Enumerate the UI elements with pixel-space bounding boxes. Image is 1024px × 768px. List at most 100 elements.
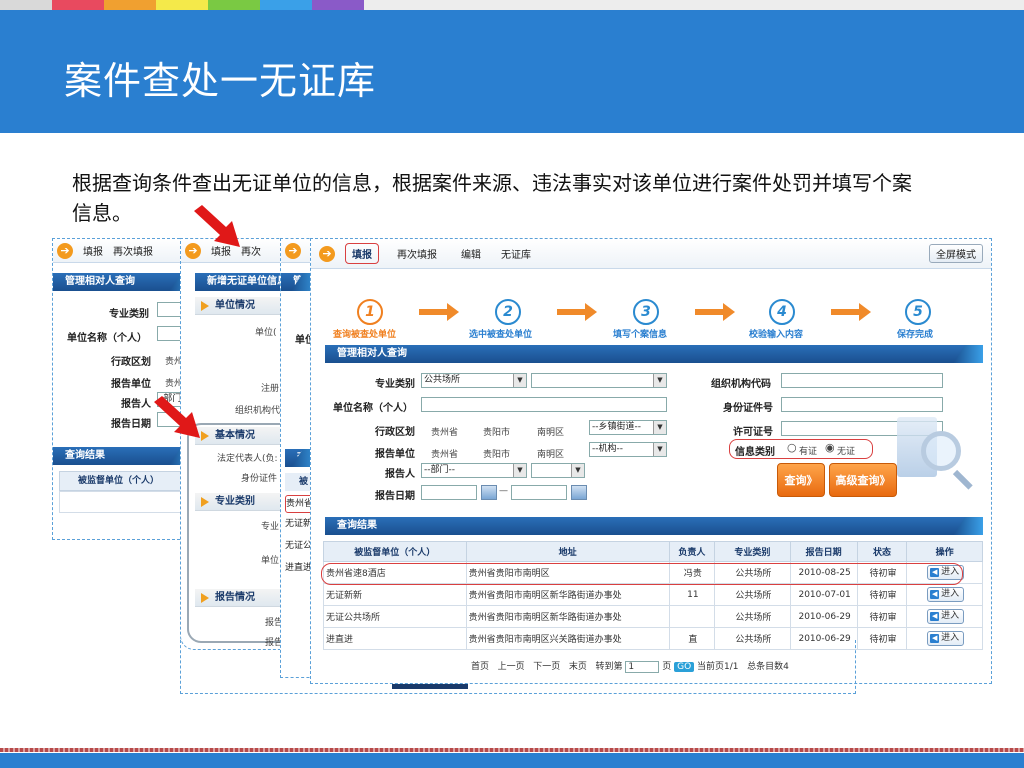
result-header: 被监督单位（个人） [59, 471, 199, 491]
strip-segment [364, 0, 1024, 10]
table-cell: 2010-07-01 [789, 583, 858, 606]
id-card-label: 身份证件 [241, 474, 278, 484]
table-cell: 直 [668, 627, 716, 650]
step-3-circle: 3 [633, 299, 659, 325]
tab-nocert[interactable]: 无证库 [501, 246, 531, 261]
col-header: 报告日期 [789, 541, 858, 562]
pager-first[interactable]: 首页 [471, 662, 489, 672]
main-query-window: ➔ 填报 再次填报 编辑 无证库 全屏模式 1 查询被查处单位 2 选中被查处单… [310, 238, 992, 684]
step-5-label: 保存完成 [897, 330, 934, 340]
reporter-label: 报告人 [385, 469, 415, 480]
table-cell: 待初审 [856, 583, 908, 606]
step-arrow-icon [419, 303, 459, 321]
table-header-row: 被监督单位（个人） 地址 负责人 专业类别 报告日期 状态 操作 [323, 541, 983, 562]
radio-cert[interactable]: ○ [787, 441, 797, 454]
total-count: 总条目数4 [747, 662, 789, 672]
unit-name-input[interactable] [421, 397, 667, 412]
strip-segment [52, 0, 104, 10]
pointer-arrow-icon [194, 205, 240, 247]
go-button[interactable]: GO [674, 662, 695, 672]
back-arrow-icon[interactable]: ➔ [319, 245, 335, 262]
report-unit-label: 报告单位 [375, 449, 415, 460]
col-header: 负责人 [668, 541, 716, 562]
table-cell: 无证新新 [323, 583, 467, 606]
pager-last[interactable]: 末页 [569, 662, 587, 672]
tab-fill[interactable]: 填报 [83, 243, 103, 258]
region-city: 贵阳市 [483, 428, 511, 438]
advanced-query-button[interactable]: 高级查询》 [829, 463, 897, 497]
unit-label: 单位( [255, 328, 277, 338]
enter-button[interactable]: ◀ 进入 [927, 631, 965, 646]
enter-icon: ◀ [930, 590, 940, 599]
strip-segment [156, 0, 208, 10]
tab-fill[interactable]: 填报 [345, 243, 379, 264]
unit-name-label: 单位名称（个人） [333, 403, 413, 414]
step-2-circle: 2 [495, 299, 521, 325]
toolbar: ➔ 填报 再次填报 [53, 239, 199, 263]
report-unit-province: 贵州省 [431, 450, 459, 460]
table-row[interactable]: 无证公共场所 贵州省贵阳市南明区新华路街道办事处 公共场所 2010-06-29 待初审… [323, 605, 983, 628]
table-cell: 公共场所 [714, 627, 791, 650]
page-input[interactable]: 1 [625, 661, 660, 673]
back-arrow-icon[interactable]: ➔ [285, 242, 301, 259]
field-label: 单位名称（个人） [67, 333, 147, 344]
step-arrow-icon [557, 303, 597, 321]
pointer-arrow-icon [154, 396, 200, 438]
institution-select[interactable]: --机构-- [589, 442, 667, 457]
strip-segment [104, 0, 156, 10]
section-title: 管理相对人查询 [53, 273, 199, 291]
table-cell: 待初审 [856, 605, 908, 628]
calendar-icon[interactable] [571, 485, 587, 500]
query-button[interactable]: 查询》 [777, 463, 825, 497]
field-label: 报告单位 [111, 379, 151, 390]
date-to-input[interactable] [511, 485, 567, 500]
enter-label: 进入 [941, 611, 960, 621]
department-select[interactable]: --部门-- [421, 463, 527, 478]
table-cell: 进直进 [323, 627, 467, 650]
region-province: 贵州省 [431, 428, 459, 438]
field-label: 行政区划 [111, 357, 151, 368]
street-select[interactable]: --乡镇街道-- [589, 420, 667, 435]
report-unit-district: 南明区 [537, 450, 565, 460]
enter-button[interactable]: ◀ 进入 [927, 609, 965, 624]
person-select[interactable] [531, 463, 585, 478]
org-code-input[interactable] [781, 373, 943, 388]
pager-next[interactable]: 下一页 [533, 662, 560, 672]
date-from-input[interactable] [421, 485, 477, 500]
step-arrow-icon [695, 303, 735, 321]
radio-nocert-label: 无证 [837, 447, 856, 457]
specialty-label: 专业类别 [375, 379, 415, 390]
pager-prev[interactable]: 上一页 [498, 662, 525, 672]
step-1-label: 查询被查处单位 [333, 330, 397, 340]
table-cell: 2010-06-29 [789, 605, 858, 628]
step-wizard: 1 查询被查处单位 2 选中被查处单位 3 填写个案信息 4 校验输入内容 5 … [311, 263, 991, 341]
id-card-label: 身份证件号 [723, 403, 773, 414]
action-cell: ◀ 进入 [906, 627, 983, 650]
search-decoration-icon [897, 407, 977, 497]
enter-button[interactable]: ◀ 进入 [927, 587, 965, 602]
unit-label: 单位 [261, 556, 280, 566]
fullscreen-button[interactable]: 全屏模式 [929, 244, 983, 263]
license-label: 许可证号 [733, 427, 773, 438]
tab-edit[interactable]: 编辑 [461, 246, 481, 261]
tab-refill[interactable]: 再次填报 [113, 243, 153, 258]
title-band: 案件查处一无证库 [0, 10, 1024, 133]
table-row[interactable]: 进直进 贵州省贵阳市南明区兴关路街道办事处直公共场所 2010-06-29 待初审 ◀ 进… [323, 627, 983, 650]
tab-refill[interactable]: 再次填报 [397, 246, 437, 261]
table-cell: 贵州省贵阳市南明区新华路街道办事处 [465, 605, 670, 628]
calendar-icon[interactable] [481, 485, 497, 500]
table-row[interactable]: 无证新新 贵州省贵阳市南明区新华路街道办事处 11 公共场所 2010-07-01 待初审… [323, 583, 983, 606]
radio-nocert[interactable]: ◉ [825, 441, 835, 454]
slide-title: 案件查处一无证库 [64, 59, 377, 103]
back-arrow-icon[interactable]: ➔ [57, 242, 73, 259]
scrollbar-stub [392, 684, 468, 689]
specialty-select[interactable]: 公共场所 [421, 373, 527, 388]
col-header: 地址 [465, 541, 670, 562]
specialty-label: 专业 [261, 522, 280, 532]
selected-row-highlight [321, 563, 963, 585]
step-1-circle: 1 [357, 299, 383, 325]
result-table: 被监督单位（个人） 地址 负责人 专业类别 报告日期 状态 操作 贵州省速8酒店… [323, 541, 983, 650]
top-color-strip [0, 0, 1024, 10]
subspecialty-select[interactable] [531, 373, 667, 388]
table-cell: 2010-06-29 [789, 627, 858, 650]
